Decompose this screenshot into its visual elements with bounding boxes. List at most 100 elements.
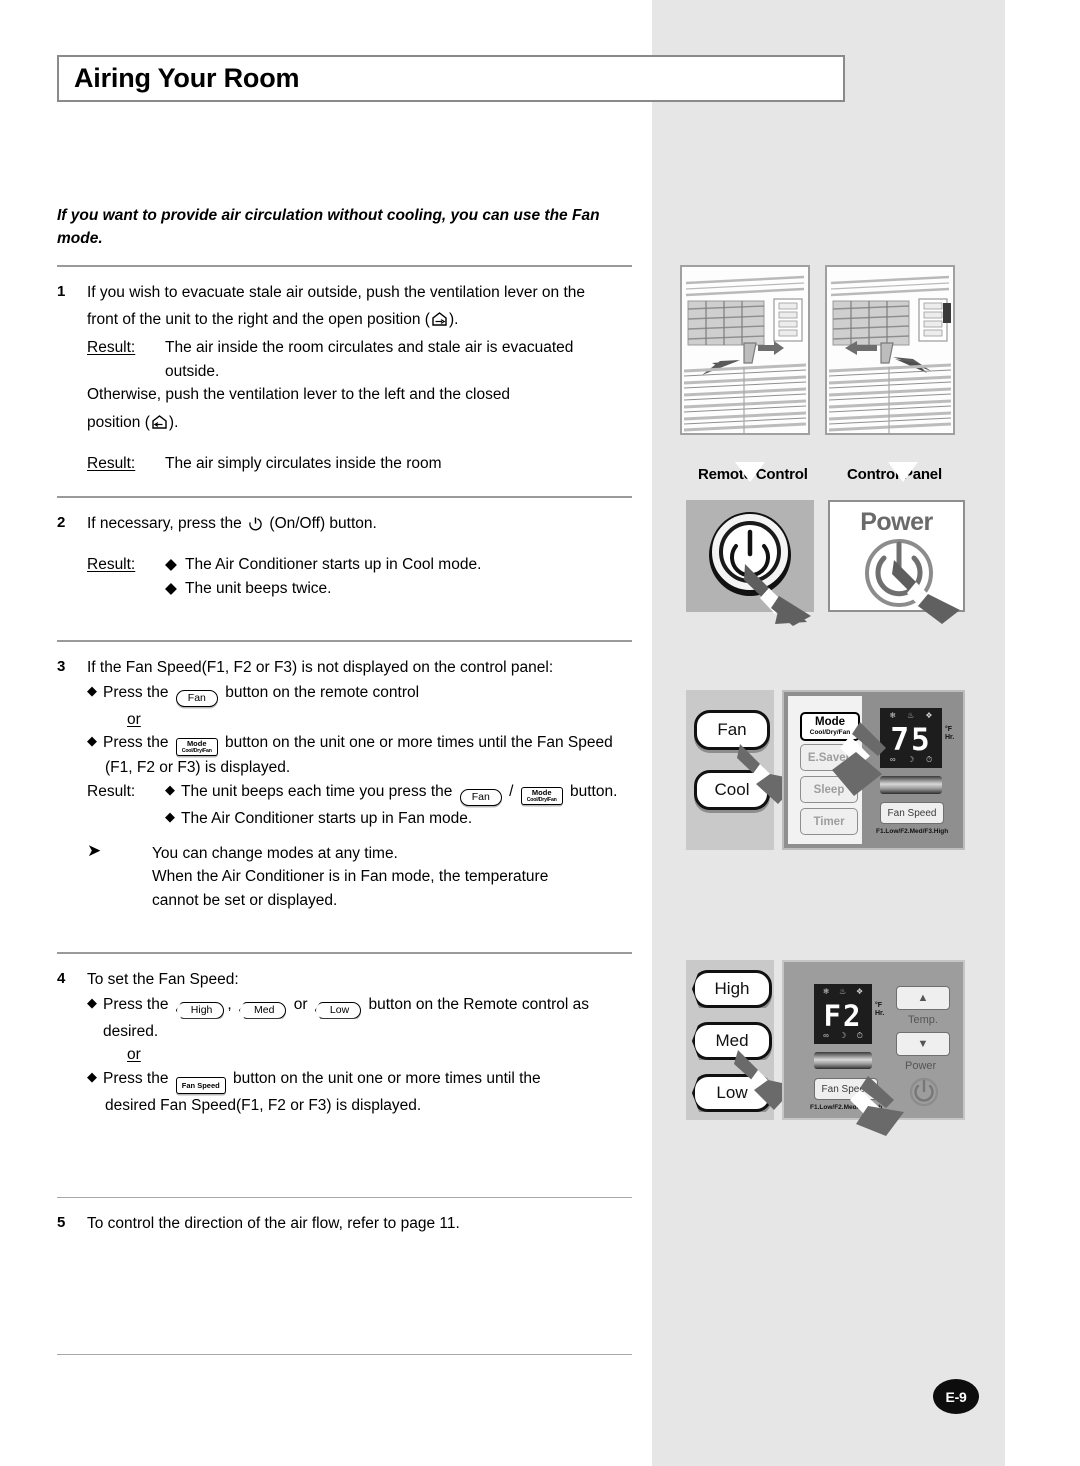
panel-timer-button[interactable]: Timer (800, 808, 858, 835)
divider-step-5 (57, 1197, 632, 1199)
step-4-b2-post: button on the unit one or more times unt… (233, 1069, 541, 1087)
page-title: Airing Your Room (74, 63, 300, 93)
lcd-units-mode: °F Hr. (945, 726, 954, 742)
step-4-b2-pre: Press the (103, 1069, 169, 1087)
step-3: 3 If the Fan Speed(F1, F2 or F3) is not … (57, 656, 632, 912)
step-1: 1 If you wish to evacuate stale air outs… (57, 281, 632, 476)
diamond-bullet-icon: ◆ (87, 1068, 97, 1084)
step-3-result-label: Result: (87, 782, 136, 800)
pointer-wedge (744, 564, 811, 626)
step-3-or-1: or (127, 710, 141, 728)
step-2-pre: If necessary, press the (87, 514, 242, 532)
step-3-bullet-2: ◆ Press the Mode Cool/Dry/Fan button on t… (87, 731, 632, 780)
remote-fan-button-inline[interactable]: Fan (459, 788, 502, 806)
step-1-result-1-label: Result: (87, 338, 136, 356)
unit-fanspeed-button-inline[interactable]: Fan Speed (175, 1076, 226, 1094)
control-panel-fanspeed-figure: ❄ ♨ ❖ F2 ∞ ☽ ⏱ °F Hr. Fan Speed F1.Low/F… (782, 960, 965, 1136)
pointer-wedge (892, 560, 960, 624)
step-3-b1-post: button on the remote control (225, 683, 420, 701)
step-4-bullet-1: ◆ Press the High, Med or Low button on t… (87, 993, 632, 1044)
remote-low-button-inline[interactable]: Low (314, 1001, 362, 1019)
step-3-b2-post: button on the unit one or more times unt… (225, 734, 613, 752)
sleep-icon: ☽ (839, 1031, 847, 1040)
step-2-bullet-1: ◆ The Air Conditioner starts up in Cool … (165, 553, 632, 577)
remote-mode-figure: Fan Cool (686, 690, 800, 850)
ventilation-lever-figures (680, 265, 970, 435)
step-2-result-label: Result: (87, 556, 136, 574)
vent-closed-icon (151, 414, 168, 429)
lcd-bottom-icons: ∞ ☽ ⏱ (818, 1032, 868, 1040)
unit-mode-button-inline[interactable]: Mode Cool/Dry/Fan (175, 738, 218, 757)
vent-closed-photo (825, 265, 955, 435)
remote-med-button-inline[interactable]: Med (239, 1001, 287, 1019)
pointer-triangle-panel (888, 462, 918, 482)
step-1-number: 1 (57, 282, 66, 300)
diamond-bullet-icon: ◆ (87, 733, 97, 749)
unit-mode-button-sublabel: Cool/Dry/Fan (526, 796, 557, 803)
step-3-bullet-1: ◆ Press the Fan button on the remote con… (87, 681, 632, 708)
control-panel-power-figure: Power (828, 500, 965, 624)
step-4-number: 4 (57, 970, 66, 988)
step-1-result-2-text: The air simply circulates inside the roo… (165, 455, 442, 473)
page-number-badge: E-9 (933, 1379, 979, 1414)
page-title-box: Airing Your Room (57, 55, 845, 102)
instructions-column: If you want to provide air circulation w… (57, 205, 632, 1355)
step-2-number: 2 (57, 513, 66, 531)
step-1-line-4: position (). (87, 411, 632, 435)
temp-up-button[interactable]: ▲ (896, 986, 950, 1010)
step-3-note-line-1: You can change modes at any time. (152, 844, 398, 862)
step-3-b2-pre: Press the (103, 734, 169, 752)
vent-open-icon (431, 312, 448, 327)
step-3-b2-post2: (F1, F2 or F3) is displayed. (105, 759, 291, 777)
remote-fan-button-inline[interactable]: Fan (175, 689, 218, 707)
divider-step-3 (57, 640, 632, 643)
divider-bottom (57, 1353, 632, 1355)
step-4-comma: , (227, 995, 232, 1013)
step-2-bullet-2: ◆ The unit beeps twice. (165, 577, 632, 601)
divider-step-2 (57, 495, 632, 498)
step-4-heading: To set the Fan Speed: (87, 971, 239, 989)
step-4-b2-post2: desired Fan Speed(F1, F2 or F3) is displ… (105, 1096, 422, 1114)
diamond-bullet-icon: ◆ (87, 994, 97, 1010)
temp-label: Temp. (908, 1014, 938, 1026)
step-4-bullet-2: ◆ Press the Fan Speed button on the unit… (87, 1067, 632, 1118)
lcd-unit-f: °F (875, 1002, 883, 1009)
step-2-line: If necessary, press the (On/Off) button. (87, 512, 632, 536)
temp-down-button[interactable]: ▼ (896, 1032, 950, 1056)
lcd-top-icons: ❄ ♨ ❖ (818, 988, 868, 996)
panel-power-label: Power (905, 1060, 937, 1072)
step-2-bullet-2-text: The unit beeps twice. (185, 579, 332, 597)
step-4: 4 To set the Fan Speed: ◆ Press the High… (57, 968, 632, 1117)
step-3-heading: If the Fan Speed(F1, F2 or F3) is not di… (87, 659, 554, 677)
step-1-line-2-text: front of the unit to the right and the o… (87, 311, 430, 329)
drop-icon: ♨ (839, 987, 847, 996)
step-4-or: or (127, 1046, 141, 1064)
remote-power-figure (686, 500, 814, 626)
step-1-line-4-end: ). (168, 413, 179, 431)
snowflake-icon: ❄ (822, 987, 830, 996)
remote-high-button[interactable]: High (692, 970, 772, 1008)
step-5: 5 To control the direction of the air fl… (57, 1212, 632, 1240)
step-4-b1-pre: Press the (103, 995, 169, 1013)
step-2-post: (On/Off) button. (269, 514, 377, 532)
lcd-unit-hr: Hr. (945, 734, 955, 741)
power-word-label: Power (860, 508, 933, 536)
step-1-line-1: If you wish to evacuate stale air outsid… (87, 283, 586, 301)
fanspeed-legend: F1.Low/F2.Med/F3.High (876, 828, 949, 835)
remote-high-button-inline[interactable]: High (175, 1001, 225, 1019)
step-2-result: Result: ◆ The Air Conditioner starts up … (87, 553, 632, 600)
fan-icon: ❖ (855, 987, 864, 996)
remote-fanspeed-figure: High Med Low (686, 960, 796, 1120)
lcd-unit-hr: Hr. (875, 1010, 885, 1017)
step-1-result-1-line-2: outside. (165, 362, 220, 380)
step-3-r1-post: button. (569, 782, 618, 800)
step-1-line-2: front of the unit to the right and the o… (87, 308, 632, 332)
panel-fanspeed-button[interactable]: Fan Speed (880, 802, 944, 824)
unit-mode-button-inline[interactable]: Mode Cool/Dry/Fan (520, 786, 563, 805)
step-2-bullet-1-text: The Air Conditioner starts up in Cool mo… (185, 556, 482, 574)
step-3-note-line-2: When the Air Conditioner is in Fan mode,… (152, 868, 549, 886)
panel-slider[interactable] (814, 1052, 872, 1069)
diamond-bullet-icon: ◆ (165, 556, 177, 574)
diamond-bullet-icon: ◆ (165, 781, 175, 797)
power-icon (248, 515, 263, 531)
